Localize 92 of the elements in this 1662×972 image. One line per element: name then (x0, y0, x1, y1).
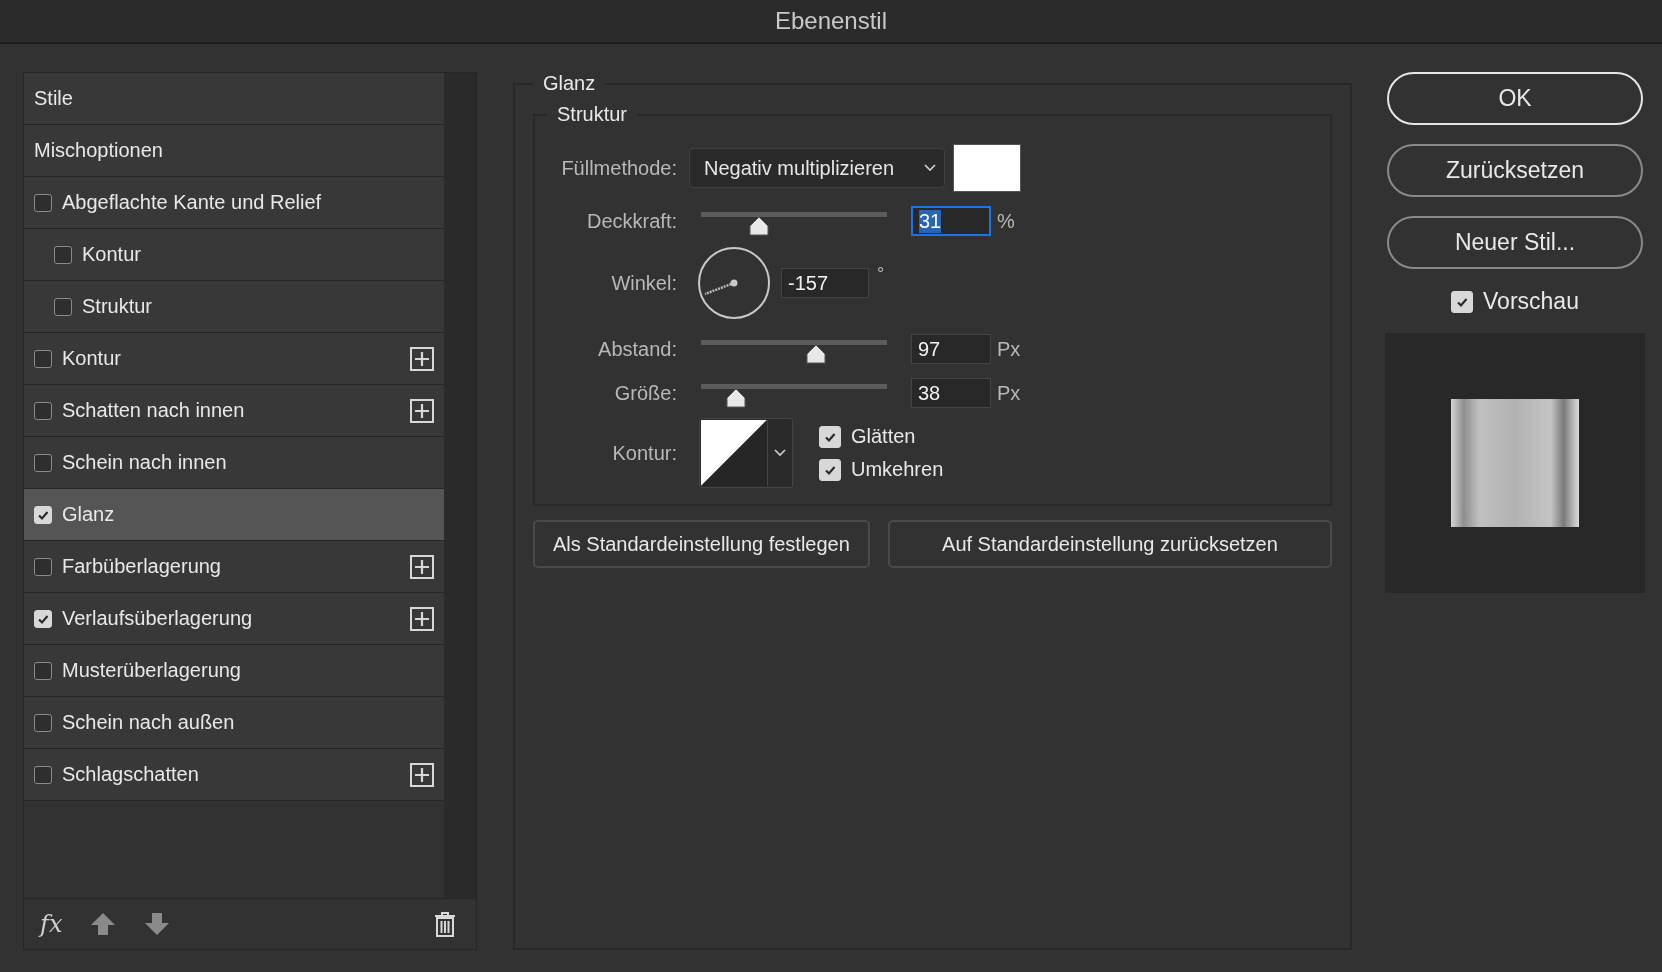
item-label: Kontur (62, 347, 122, 370)
item-label: Struktur (82, 295, 154, 318)
group-title: Struktur (556, 103, 629, 126)
checkbox-label: Umkehren (851, 458, 944, 481)
field-label: Deckkraft: (586, 209, 677, 233)
sidebar-item[interactable]: Schein nach außen (24, 697, 444, 749)
contour-picker[interactable] (699, 418, 793, 488)
number-field[interactable]: 97 (911, 334, 991, 364)
sidebar-item[interactable]: Glanz (24, 489, 444, 541)
add-button[interactable] (410, 606, 434, 631)
checkbox[interactable] (34, 349, 52, 368)
plus-icon (410, 554, 434, 579)
number-field[interactable]: 38 (911, 378, 991, 408)
window-title: Ebenenstil (0, 0, 1662, 44)
sidebar-item[interactable]: Schatten nach innen (24, 385, 444, 437)
default-button[interactable]: Als Standardeinstellung festlegen (533, 520, 870, 568)
field-label: Winkel: (611, 271, 677, 295)
slider-thumb[interactable] (748, 215, 769, 236)
chevron-down-icon (774, 449, 786, 457)
sidebar-item[interactable]: Struktur (24, 281, 444, 333)
sidebar-item[interactable]: Kontur (24, 333, 444, 385)
check-icon (824, 430, 836, 443)
item-label: Stile (34, 87, 74, 110)
add-button[interactable] (410, 762, 434, 787)
item-label: Schein nach innen (62, 451, 228, 474)
fx-button[interactable]: fx (40, 910, 63, 938)
dialog-button[interactable]: Neuer Stil... (1387, 216, 1643, 269)
sidebar-item[interactable]: Musterüberlagerung (24, 645, 444, 697)
checkbox[interactable] (34, 557, 52, 576)
plus-icon (410, 346, 434, 371)
add-button[interactable] (410, 554, 434, 579)
item-label: Musterüberlagerung (62, 659, 242, 682)
slider-thumb[interactable] (726, 387, 747, 408)
sidebar-item[interactable]: Verlaufsüberlagerung (24, 593, 444, 645)
plus-icon (410, 398, 434, 423)
item-label: Schein nach außen (62, 711, 236, 734)
checkbox[interactable] (34, 193, 52, 212)
slider-thumb[interactable] (806, 343, 827, 364)
item-label: Abgeflachte Kante und Relief (62, 191, 323, 214)
contour-curve-icon (701, 420, 767, 486)
blend-mode-dropdown[interactable]: Negativ multiplizieren (689, 148, 945, 188)
up-arrow-icon[interactable] (90, 911, 117, 937)
unit-label: Px (997, 381, 1021, 405)
checkbox-label: Vorschau (1483, 288, 1579, 315)
trash-icon[interactable] (434, 911, 456, 937)
check-icon (37, 508, 49, 521)
checkbox[interactable] (34, 713, 52, 732)
checkbox[interactable] (34, 453, 52, 472)
sidebar-item[interactable]: Mischoptionen (24, 125, 444, 177)
field-label: Kontur: (612, 441, 677, 465)
sidebar-item[interactable]: Kontur (24, 229, 444, 281)
color-swatch[interactable] (953, 144, 1021, 192)
item-label: Mischoptionen (34, 139, 164, 162)
sidebar-item[interactable]: Abgeflachte Kante und Relief (24, 177, 444, 229)
plus-icon (410, 762, 434, 787)
unit-label: Px (997, 337, 1021, 361)
down-arrow-icon[interactable] (144, 911, 171, 937)
field-label: Füllmethode: (561, 156, 677, 180)
item-label: Schlagschatten (62, 763, 200, 786)
sidebar-item[interactable]: Schein nach innen (24, 437, 444, 489)
checkbox[interactable] (54, 297, 72, 316)
item-label: Kontur (82, 243, 142, 266)
item-label: Schatten nach innen (62, 399, 246, 422)
checkbox[interactable] (34, 765, 52, 784)
add-button[interactable] (410, 398, 434, 423)
plus-icon (410, 606, 434, 631)
item-label: Glanz (62, 503, 116, 526)
angle-field[interactable]: -157 (781, 268, 869, 298)
item-label: Verlaufsüberlagerung (62, 607, 254, 630)
sidebar-item[interactable]: Farbüberlagerung (24, 541, 444, 593)
checkbox[interactable] (34, 401, 52, 420)
angle-dial[interactable] (697, 246, 771, 320)
check-icon (37, 612, 49, 625)
checkbox[interactable] (34, 661, 52, 680)
checkbox[interactable] (54, 245, 72, 264)
sidebar-item[interactable]: Stile (24, 73, 444, 125)
field-label: Abstand: (598, 337, 677, 361)
check-icon (1456, 295, 1469, 308)
sidebar-item[interactable]: Schlagschatten (24, 749, 444, 801)
number-field[interactable]: 31 (911, 206, 991, 236)
unit-label: % (997, 209, 1015, 233)
checkbox-label: Glätten (851, 425, 916, 448)
degree-label: ° (877, 264, 885, 285)
field-label: Größe: (614, 381, 677, 405)
dialog-button[interactable]: Zurücksetzen (1387, 144, 1643, 197)
group-title: Glanz (542, 72, 597, 95)
dialog-button[interactable]: OK (1387, 72, 1643, 125)
chevron-down-icon (924, 164, 936, 172)
item-label: Farbüberlagerung (62, 555, 222, 578)
default-button[interactable]: Auf Standardeinstellung zurücksetzen (887, 520, 1332, 568)
check-icon (824, 463, 836, 476)
add-button[interactable] (410, 346, 434, 371)
